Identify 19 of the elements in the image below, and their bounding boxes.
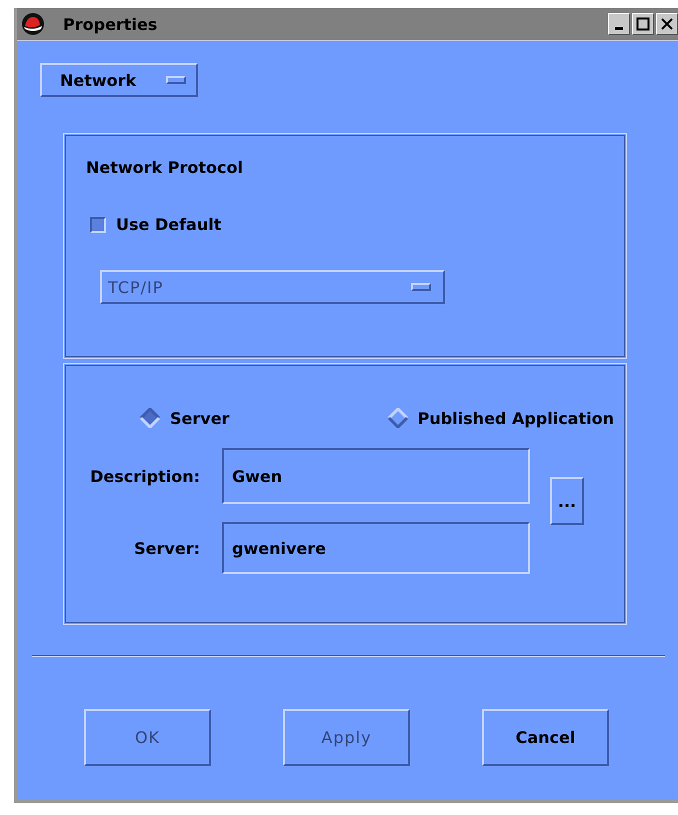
hat-logo-icon [21,12,45,36]
close-button[interactable] [656,13,678,35]
window-title: Properties [63,14,158,34]
group-title: Network Protocol [86,158,244,177]
browse-button[interactable]: ... [550,477,584,525]
radio-option[interactable]: Published Application [388,408,614,428]
maximize-button[interactable] [632,13,654,35]
field-label: Server: [133,538,201,558]
dialog-button[interactable]: Cancel [482,709,609,766]
close-icon [660,17,674,31]
use-default-checkbox[interactable]: Use Default [90,215,222,234]
text-field[interactable]: gwenivere [222,522,530,574]
radio-option[interactable]: Server [140,408,230,428]
field-label: Description: [89,466,201,486]
category-dropdown[interactable]: Network [40,63,198,97]
text-field[interactable]: Gwen [222,448,530,504]
maximize-icon [636,17,650,31]
minimize-icon [615,27,623,30]
minimize-button[interactable] [608,13,630,35]
